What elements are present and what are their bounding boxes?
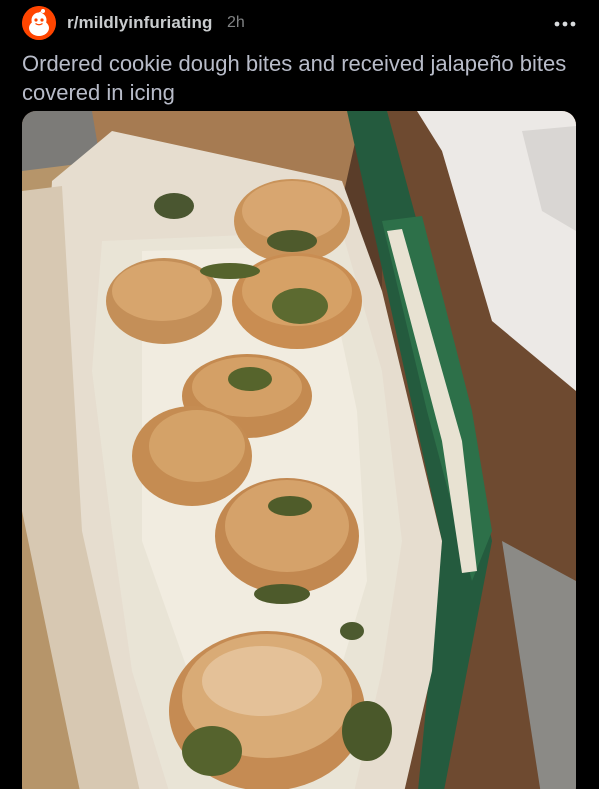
post-title[interactable]: Ordered cookie dough bites and received …	[22, 49, 582, 107]
post-header: r/mildlyinfuriating 2h	[0, 0, 599, 46]
post-image[interactable]	[22, 111, 576, 789]
reddit-snoo-icon[interactable]	[22, 6, 56, 40]
post-age: 2h	[227, 14, 245, 31]
subreddit-link[interactable]: r/mildlyinfuriating	[67, 13, 212, 33]
more-options-icon[interactable]	[548, 12, 582, 36]
